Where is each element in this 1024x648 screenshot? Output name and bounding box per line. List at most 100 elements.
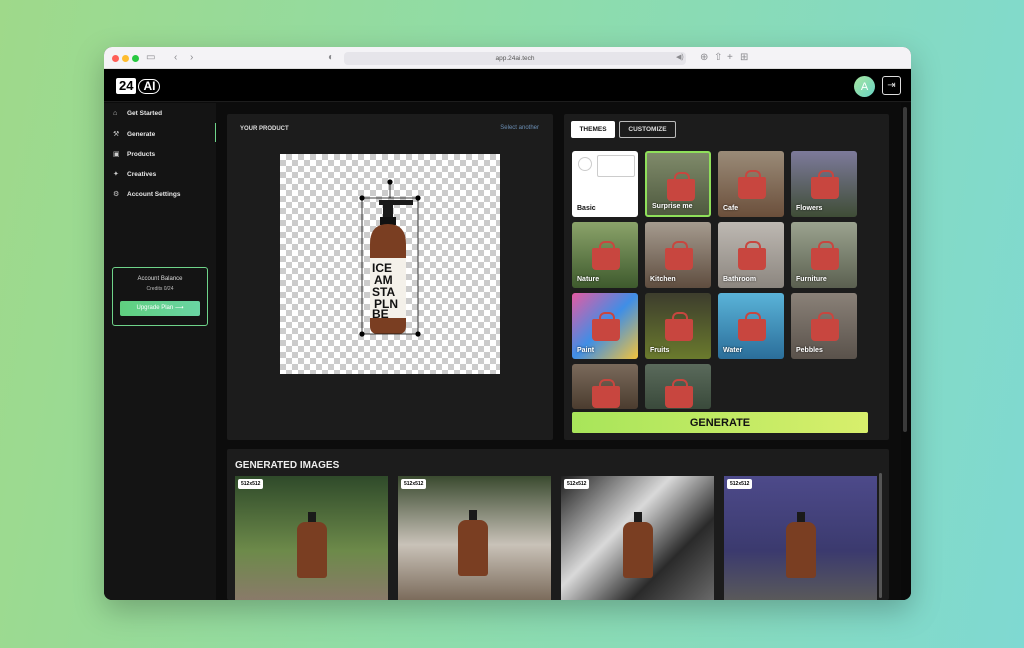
size-badge: 512x512 [564,479,590,489]
basic-swatch [578,157,592,171]
forward-icon[interactable]: › [190,52,193,64]
tab-customize[interactable]: CUSTOMIZE [619,121,676,138]
zoom-window-button[interactable] [132,55,139,62]
share-icon[interactable]: ⇧ [714,52,722,64]
theme-tile-flowers[interactable]: Flowers [791,151,857,217]
tab-themes[interactable]: THEMES [571,121,615,138]
select-another-link[interactable]: Select another [500,125,539,131]
tote-bag-preview [811,241,839,270]
size-badge: 512x512 [401,479,427,489]
tote-bag-preview [738,170,766,199]
tote-bag-preview [667,172,695,201]
bottle-pump [308,512,316,522]
product-bottle [623,512,653,578]
close-window-button[interactable] [112,55,119,62]
shield-icon[interactable]: ◐ [328,52,334,64]
app-header: 24 AI A ⇥ [104,69,911,102]
theme-label: Flowers [796,205,823,212]
theme-tile-more-12[interactable] [572,364,638,409]
bottle-body [786,522,816,578]
theme-label: Fruits [650,347,670,354]
generated-images-panel: GENERATED IMAGES 512x512 512x512 512x512 51… [227,449,889,600]
scrollbar-thumb[interactable] [903,107,907,432]
sidebar-item-get-started[interactable]: ⌂ Get Started [113,110,162,117]
magic-wand-icon: ⚒ [113,131,120,138]
theme-tile-cafe[interactable]: Cafe [718,151,784,217]
sidebar-item-creatives[interactable]: ✦ Creatives [113,170,156,179]
gear-icon: ⚙ [113,191,120,198]
theme-label: Furniture [796,276,827,283]
credits-count: Credits 0/24 [146,286,174,292]
tab-overview-icon[interactable]: ⊞ [740,52,748,64]
new-tab-icon[interactable]: + [727,52,733,64]
account-balance-card: Account Balance Credits 0/24 Upgrade Pla… [112,267,208,326]
theme-tile-surprise-me[interactable]: Surprise me [645,151,711,217]
theme-label: Paint [577,347,595,354]
theme-label: Pebbles [796,347,823,354]
sidebar-item-generate[interactable]: ⚒ Generate [113,130,155,139]
product-canvas[interactable]: ICE AM STA PLN BE [280,154,500,374]
avatar-letter: A [860,80,869,93]
tote-bag-preview [665,241,693,270]
theme-tile-paint[interactable]: Paint [572,293,638,359]
product-panel: YOUR PRODUCT Select another ICE AM STA PLN B… [227,114,553,440]
bottle-pump [469,510,477,520]
sidebar-item-account-settings[interactable]: ⚙ Account Settings [113,190,180,199]
page-scrollbar[interactable] [901,103,911,600]
generated-image[interactable]: 512x512 [724,476,877,600]
generated-image[interactable]: 512x512 [235,476,388,600]
bag-icon: ▣ [113,151,120,158]
tote-bag-preview [738,241,766,270]
generated-image[interactable]: 512x512 [561,476,714,600]
back-icon[interactable]: ‹ [174,52,177,64]
minimize-window-button[interactable] [122,55,129,62]
generated-image[interactable]: 512x512 [398,476,551,600]
theme-tile-basic[interactable]: Basic [572,151,638,217]
product-title: YOUR PRODUCT [240,126,289,132]
theme-tile-pebbles[interactable]: Pebbles [791,293,857,359]
basic-preview [597,155,635,177]
svg-text:BE: BE [372,307,389,321]
download-icon[interactable]: ⊕ [700,52,708,64]
theme-label: Nature [577,276,600,283]
theme-tile-kitchen[interactable]: Kitchen [645,222,711,288]
app-logo[interactable]: 24 AI [116,78,161,94]
reader-icon[interactable]: ◀) [676,52,684,64]
balance-title: Account Balance [137,276,183,282]
tote-bag-preview [592,312,620,341]
address-bar[interactable]: app.24ai.tech [344,52,686,65]
logout-button[interactable]: ⇥ [882,76,901,95]
theme-tile-more-13[interactable] [645,364,711,409]
product-bottle [458,510,488,576]
sidebar-toggle-icon[interactable]: ▭ [146,52,155,64]
theme-label: Surprise me [652,203,693,210]
theme-tile-furniture[interactable]: Furniture [791,222,857,288]
tote-bag-preview [811,312,839,341]
avatar[interactable]: A [854,76,875,97]
theme-tile-water[interactable]: Water [718,293,784,359]
themes-panel: THEMES CUSTOMIZE Basic Surprise me Cafe Flo… [564,114,889,440]
theme-label: Cafe [723,205,739,212]
theme-label: Bathroom [723,276,757,283]
theme-tile-bathroom[interactable]: Bathroom [718,222,784,288]
logo-ai: AI [138,78,161,94]
tote-bag-preview [665,312,693,341]
browser-window: ▭ ‹ › ◐ app.24ai.tech ◀) ⊕ ⇧ + ⊞ 24 AI A… [104,47,911,600]
tote-bag-preview [592,241,620,270]
sidebar-item-products[interactable]: ▣ Products [113,150,155,159]
sparkle-icon: ✦ [113,171,119,178]
browser-toolbar: ▭ ‹ › ◐ app.24ai.tech ◀) ⊕ ⇧ + ⊞ [104,47,911,69]
product-bottle-image[interactable]: ICEAMSTAPLNBE [280,154,500,374]
bottle-body [458,520,488,576]
gallery-scrollbar[interactable] [879,473,882,598]
theme-tile-nature[interactable]: Nature [572,222,638,288]
bottle-pump [634,512,642,522]
theme-label: Water [723,347,743,354]
logo-number: 24 [116,78,137,94]
upgrade-plan-button[interactable]: Upgrade Plan ⟶ [120,301,200,316]
product-bottle [297,512,327,578]
generate-button[interactable]: GENERATE [572,412,868,433]
tote-bag-preview [738,312,766,341]
logout-icon: ⇥ [887,80,896,91]
theme-tile-fruits[interactable]: Fruits [645,293,711,359]
